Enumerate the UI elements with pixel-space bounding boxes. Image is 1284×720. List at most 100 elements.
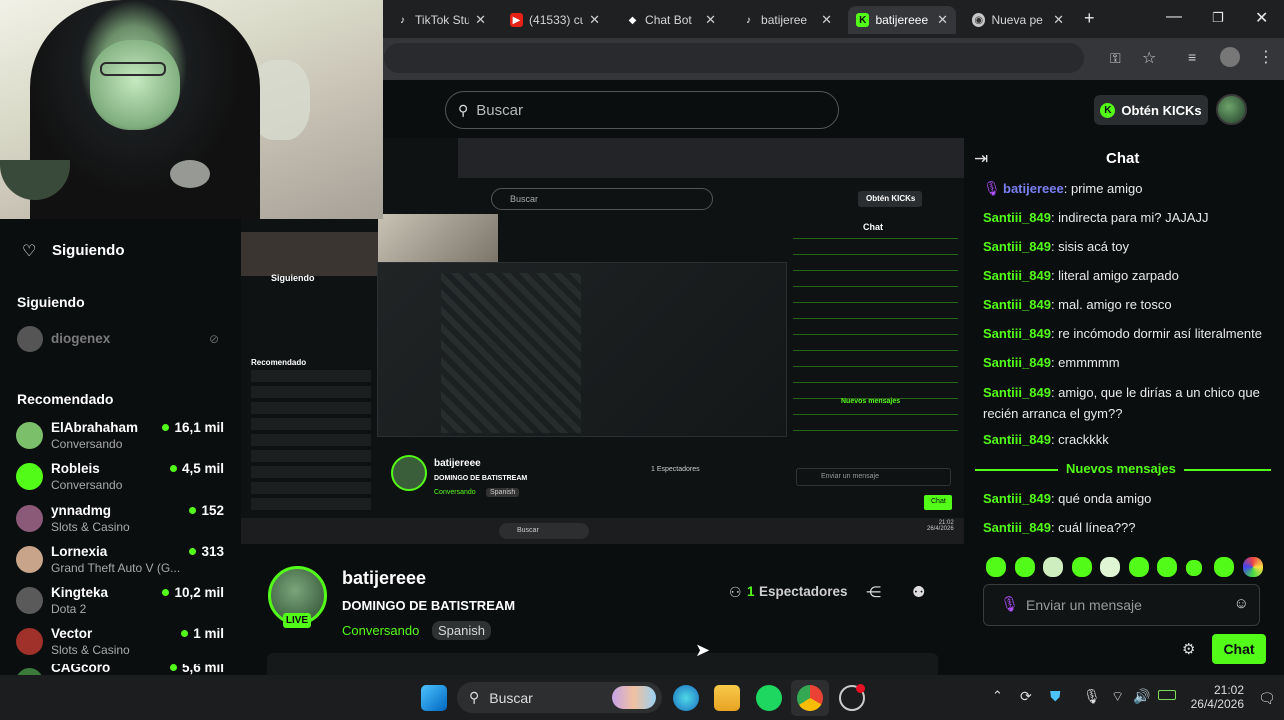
nested-taskbar [241, 518, 964, 544]
chat-message: Santiii_849: qué onda amigo [983, 491, 1152, 506]
media-icon[interactable]: ≡ [1188, 49, 1196, 65]
tiktok-icon: ♪ [400, 14, 406, 26]
chat-input[interactable]: 🎙 Enviar un mensaje ☺ [983, 584, 1260, 626]
chat-send-button[interactable]: Chat [1212, 634, 1266, 664]
windows-start-icon[interactable] [421, 685, 447, 711]
file-explorer-icon[interactable] [714, 685, 740, 711]
chat-title: Chat [1106, 150, 1140, 167]
follow-user-icon[interactable]: ⚉ [912, 583, 925, 601]
menu-icon[interactable]: ⋮ [1258, 47, 1274, 67]
following-header[interactable]: Siguiendo [52, 242, 125, 259]
emote-icon[interactable] [1072, 557, 1092, 577]
tab-new-page[interactable]: ◉ Nueva pe ✕ [964, 6, 1072, 34]
star-icon[interactable]: ☆ [1142, 48, 1156, 68]
new-messages-label[interactable]: Nuevos mensajes [1058, 461, 1184, 476]
sidebar-item-robleis[interactable]: Robleis Conversando 4,5 mil [16, 459, 228, 497]
live-dot-icon [169, 664, 177, 671]
nested-taskbar-search: Buscar [499, 523, 589, 539]
gear-icon[interactable]: ⚙ [1182, 640, 1195, 658]
notification-dot [856, 684, 865, 693]
sidebar-item-elabrahaham[interactable]: ElAbrahaham Conversando 16,1 mil [16, 418, 228, 456]
search-icon: ⚲ [469, 689, 480, 705]
microphone-icon: 🎙 [983, 180, 1001, 196]
following-section-title: Siguiendo [17, 294, 85, 310]
avatar[interactable] [17, 326, 43, 352]
chat-message: Santiii_849: mal. amigo re tosco [983, 297, 1172, 312]
profile-icon[interactable] [1220, 47, 1240, 67]
nested-streamer-name: batijereee [434, 458, 481, 469]
nested-webcam [241, 232, 378, 276]
tab-tiktok-studio[interactable]: ♪ TikTok Stu ✕ [388, 6, 494, 34]
sidebar-item-cagcoro[interactable]: CAGcoro 5,6 mil [16, 664, 228, 675]
emote-icon[interactable] [1129, 557, 1149, 577]
emote-icon[interactable] [986, 557, 1006, 577]
search-input[interactable]: ⚲ Buscar [445, 91, 839, 129]
spotify-icon[interactable] [756, 685, 782, 711]
edge-icon[interactable] [673, 685, 699, 711]
chrome-icon[interactable] [797, 685, 823, 711]
microphone-icon[interactable]: 🎙 [1083, 688, 1101, 705]
close-tab-icon[interactable]: ✕ [1053, 12, 1064, 28]
clock[interactable]: 21:02 26/4/2026 [1190, 683, 1244, 711]
user-avatar[interactable] [1216, 94, 1247, 125]
close-tab-icon[interactable]: ✕ [589, 12, 600, 28]
nested-recommended: Recomendado [251, 358, 307, 367]
tab-youtube[interactable]: ▶ (41533) cu ✕ [502, 6, 608, 34]
chat-message: Santiii_849: indirecta para mi? JAJAJJ [983, 210, 1209, 225]
new-tab-icon[interactable]: + [1084, 8, 1095, 29]
chat-message: Santiii_849: crackkkk [983, 432, 1109, 447]
close-window-icon[interactable]: ✕ [1255, 8, 1268, 28]
collapse-chat-icon[interactable]: ⇥ [974, 149, 988, 169]
tab-kick-batijereee[interactable]: K batijereee ✕ [848, 6, 956, 34]
restore-icon[interactable]: ❐ [1212, 10, 1224, 26]
following-user-diogenex[interactable]: diogenex [51, 331, 110, 346]
language-tag[interactable]: Spanish [432, 621, 491, 640]
tab-tiktok-batijeree[interactable]: ♪ batijeree ✕ [734, 6, 840, 34]
sync-icon[interactable]: ⟳ [1020, 688, 1032, 705]
nested-chat-messages [793, 238, 958, 438]
emote-icon[interactable] [1015, 557, 1035, 577]
battery-icon[interactable] [1158, 690, 1176, 700]
avatar [16, 505, 43, 532]
nested-chat-button: Chat [924, 495, 952, 510]
emoji-icon[interactable]: ☺ [1234, 595, 1249, 612]
streamer-name[interactable]: batijereee [342, 568, 426, 589]
tab-chat-bot[interactable]: ◆ Chat Bot ✕ [618, 6, 724, 34]
notification-icon[interactable]: 🗨 [1258, 690, 1276, 707]
nested-category: Conversando [434, 489, 476, 496]
avatar [16, 587, 43, 614]
sidebar-item-lornexia[interactable]: Lornexia Grand Theft Auto V (G... 313 [16, 542, 228, 580]
get-kicks-button[interactable]: K Obtén KICKs [1094, 95, 1208, 125]
sidebar-item-kingteka[interactable]: Kingteka Dota 2 10,2 mil [16, 583, 228, 621]
address-bar[interactable] [384, 43, 1084, 73]
close-tab-icon[interactable]: ✕ [937, 12, 948, 28]
sidebar-item-ynnadmg[interactable]: ynnadmg Slots & Casino 152 [16, 501, 228, 539]
emote-icon[interactable] [1100, 557, 1120, 577]
close-tab-icon[interactable]: ✕ [475, 12, 486, 28]
volume-icon[interactable]: 🔊 [1133, 688, 1150, 705]
wifi-icon[interactable]: ⌔ [1111, 688, 1124, 706]
shield-icon[interactable]: ⛊ [1050, 688, 1061, 705]
emote-icon[interactable] [1043, 557, 1063, 577]
share-icon[interactable]: ⋲ [866, 583, 881, 601]
chevron-up-icon[interactable]: ⌃ [992, 688, 1003, 704]
taskbar-search[interactable]: ⚲ Buscar [457, 682, 662, 713]
viewers-count: 1 [747, 584, 755, 599]
nested-kicks-button: Obtén KICKs [858, 191, 922, 207]
emote-icon[interactable] [1243, 557, 1263, 577]
key-icon[interactable]: ⚿ [1110, 50, 1121, 67]
offline-icon: ⊘ [209, 332, 220, 346]
close-tab-icon[interactable]: ✕ [821, 12, 832, 28]
stream-category[interactable]: Conversando [342, 623, 419, 638]
chat-message: Santiii_849: amigo, que le dirías a un c… [983, 385, 1260, 421]
avatar [16, 546, 43, 573]
close-tab-icon[interactable]: ✕ [705, 12, 716, 28]
chat-message: Santiii_849: sisis acá toy [983, 239, 1129, 254]
viewers-icon: ⚇ [729, 584, 742, 600]
emote-icon[interactable] [1214, 557, 1234, 577]
emote-icon[interactable] [1186, 560, 1202, 576]
emote-icon[interactable] [1157, 557, 1177, 577]
tiktok-icon: ♪ [746, 14, 752, 26]
minimize-icon[interactable]: — [1166, 8, 1182, 26]
sidebar-item-vector[interactable]: Vector Slots & Casino 1 mil [16, 624, 228, 662]
